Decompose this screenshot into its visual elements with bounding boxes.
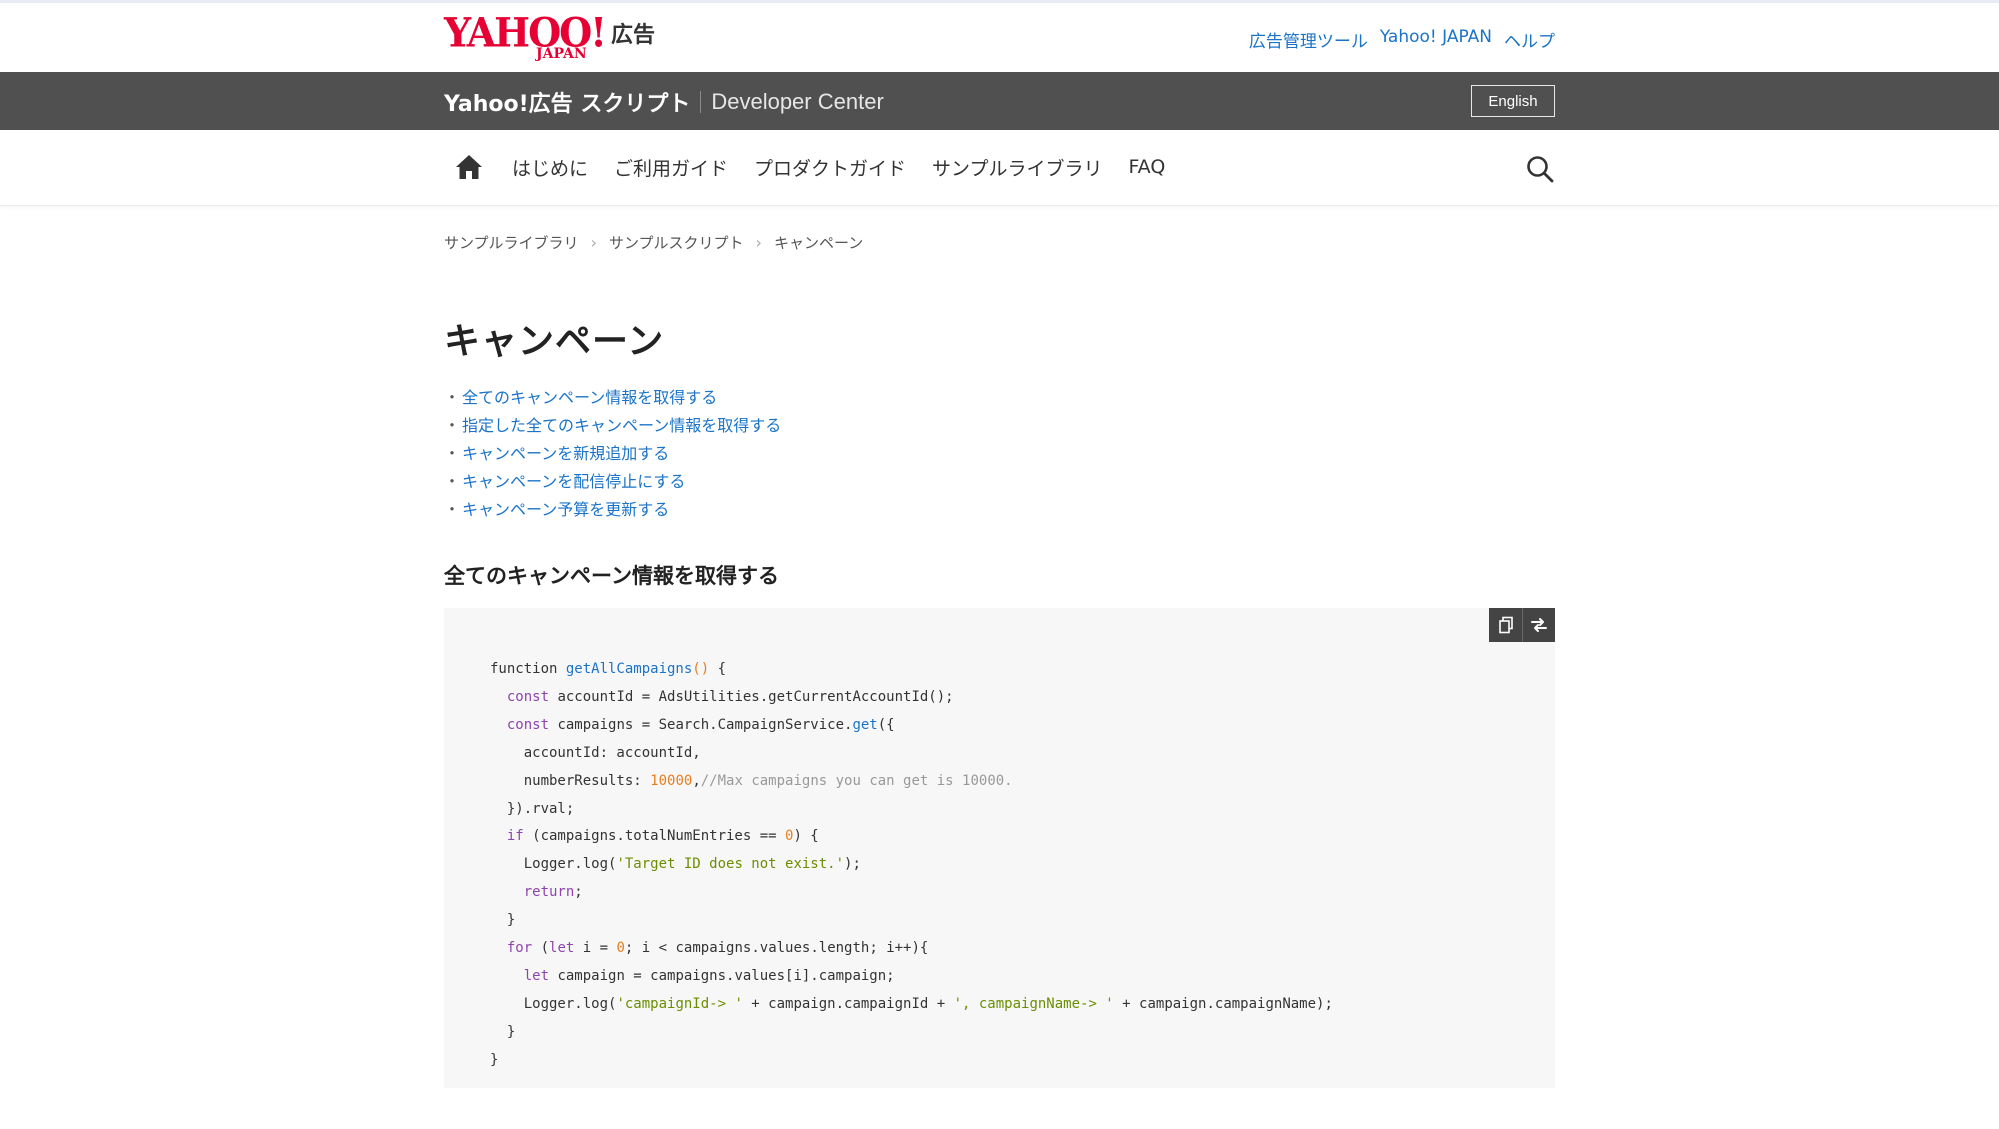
site-title[interactable]: Yahoo!広告 スクリプト Developer Center xyxy=(444,86,884,118)
breadcrumb-sample-library[interactable]: サンプルライブラリ xyxy=(444,232,579,253)
toc-item[interactable]: ・キャンペーンを配信停止にする xyxy=(444,468,781,496)
chevron-right-icon: › xyxy=(755,233,762,252)
section-title: 全てのキャンペーン情報を取得する xyxy=(444,564,779,588)
search-icon[interactable] xyxy=(1525,154,1555,184)
bullet-icon: ・ xyxy=(444,444,461,463)
toggle-wrap-button[interactable] xyxy=(1522,608,1555,642)
code-string-id: 'campaignId-> ' xyxy=(616,995,743,1012)
swap-icon xyxy=(1531,618,1547,632)
breadcrumb-sample-scripts[interactable]: サンプルスクリプト xyxy=(609,232,744,253)
home-icon[interactable] xyxy=(454,152,484,182)
table-of-contents: ・全てのキャンペーン情報を取得する ・指定した全てのキャンペーン情報を取得する … xyxy=(444,384,781,524)
page-title: キャンペーン xyxy=(444,321,665,362)
toc-item[interactable]: ・指定した全てのキャンペーン情報を取得する xyxy=(444,412,781,440)
title-divider xyxy=(700,91,702,113)
toc-item-label[interactable]: 全てのキャンペーン情報を取得する xyxy=(462,388,717,407)
site-title-sub: Developer Center xyxy=(711,89,884,114)
logo-ad-text: 広告 xyxy=(610,23,655,48)
site-title-band: Yahoo!広告 スクリプト Developer Center English xyxy=(0,72,1999,130)
copy-button[interactable] xyxy=(1489,608,1522,642)
toc-item-label[interactable]: キャンペーンを配信停止にする xyxy=(462,472,685,491)
toc-item[interactable]: ・キャンペーン予算を更新する xyxy=(444,496,781,524)
toc-item-label[interactable]: キャンペーンを新規追加する xyxy=(462,444,669,463)
nav-item-usage-guide[interactable]: ご利用ガイド xyxy=(614,154,728,181)
bullet-icon: ・ xyxy=(444,388,461,407)
yahoo-ads-logo[interactable]: YAHOO! JAPAN 広告 xyxy=(444,11,655,62)
breadcrumb-current: キャンペーン xyxy=(773,234,864,252)
code-toolbar xyxy=(1489,608,1555,642)
toc-item[interactable]: ・全てのキャンペーン情報を取得する xyxy=(444,384,781,412)
chevron-right-icon: › xyxy=(590,233,597,252)
bullet-icon: ・ xyxy=(444,500,461,519)
link-ads-management-tool[interactable]: 広告管理ツール xyxy=(1249,27,1368,52)
toc-item[interactable]: ・キャンペーンを新規追加する xyxy=(444,440,781,468)
code-block: function getAllCampaigns() { const accou… xyxy=(444,608,1555,1088)
nav-item-faq[interactable]: FAQ xyxy=(1128,156,1165,178)
bullet-icon: ・ xyxy=(444,472,461,491)
nav-item-sample-library[interactable]: サンプルライブラリ xyxy=(932,154,1102,181)
link-help[interactable]: ヘルプ xyxy=(1504,27,1555,52)
code-string-not-exist: 'Target ID does not exist.' xyxy=(616,856,845,873)
language-switch-button[interactable]: English xyxy=(1471,85,1555,117)
top-header: YAHOO! JAPAN 広告 広告管理ツール Yahoo! JAPAN ヘルプ xyxy=(0,0,1999,72)
link-yahoo-japan[interactable]: Yahoo! JAPAN xyxy=(1380,27,1492,52)
bullet-icon: ・ xyxy=(444,416,461,435)
logo-japan-text: JAPAN xyxy=(536,46,587,62)
code-function-name: getAllCampaigns xyxy=(565,661,693,677)
main-nav: はじめに ご利用ガイド プロダクトガイド サンプルライブラリ FAQ xyxy=(0,130,1999,206)
toc-item-label[interactable]: 指定した全てのキャンペーン情報を取得する xyxy=(462,416,781,435)
code-content: function getAllCampaigns() { const accou… xyxy=(490,661,1333,1068)
code-string-name: ', campaignName-> ' xyxy=(953,995,1114,1012)
nav-item-product-guide[interactable]: プロダクトガイド xyxy=(754,154,906,181)
site-title-main: Yahoo!広告 スクリプト xyxy=(444,92,691,117)
code-comment: //Max campaigns you can get is 10000. xyxy=(700,772,1013,789)
nav-item-getting-started[interactable]: はじめに xyxy=(512,154,588,181)
top-links: 広告管理ツール Yahoo! JAPAN ヘルプ xyxy=(1249,27,1555,52)
copy-icon xyxy=(1498,616,1513,634)
toc-item-label[interactable]: キャンペーン予算を更新する xyxy=(462,500,669,519)
breadcrumb: サンプルライブラリ › サンプルスクリプト › キャンペーン xyxy=(444,232,863,253)
code-max-results: 10000 xyxy=(650,772,693,789)
